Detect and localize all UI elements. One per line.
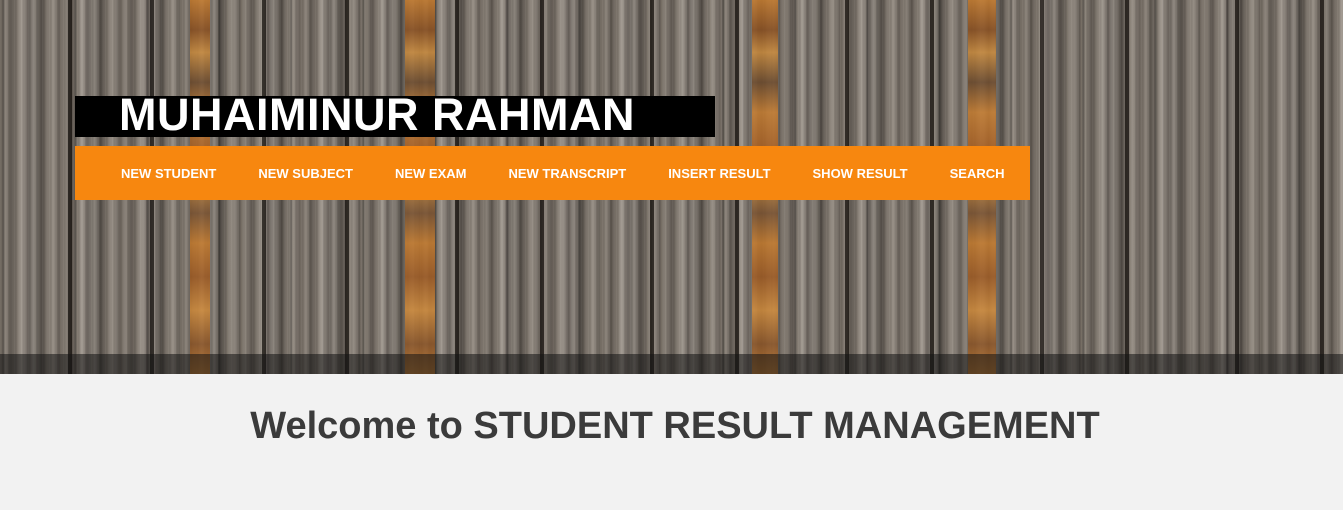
nav-new-subject[interactable]: NEW SUBJECT [237,166,374,181]
nav-insert-result[interactable]: INSERT RESULT [647,166,791,181]
welcome-heading: Welcome to STUDENT RESULT MANAGEMENT [250,405,1100,447]
plank-seam [1040,0,1044,374]
banner-bottom-band [0,354,1343,374]
site-title: MUHAIMINUR RAHMAN [119,89,635,140]
plank-seam [68,0,72,374]
main-nav: NEW STUDENT NEW SUBJECT NEW EXAM NEW TRA… [75,146,1030,200]
nav-new-transcript[interactable]: NEW TRANSCRIPT [487,166,647,181]
plank-seam [1125,0,1129,374]
nav-new-student[interactable]: NEW STUDENT [100,166,237,181]
header-banner: MUHAIMINUR RAHMAN NEW STUDENT NEW SUBJEC… [0,0,1343,374]
site-title-box: MUHAIMINUR RAHMAN [75,89,715,140]
nav-show-result[interactable]: SHOW RESULT [792,166,929,181]
plank-seam [1320,0,1324,374]
plank-seam [1235,0,1239,374]
nav-search[interactable]: SEARCH [929,166,1026,181]
nav-new-exam[interactable]: NEW EXAM [374,166,488,181]
